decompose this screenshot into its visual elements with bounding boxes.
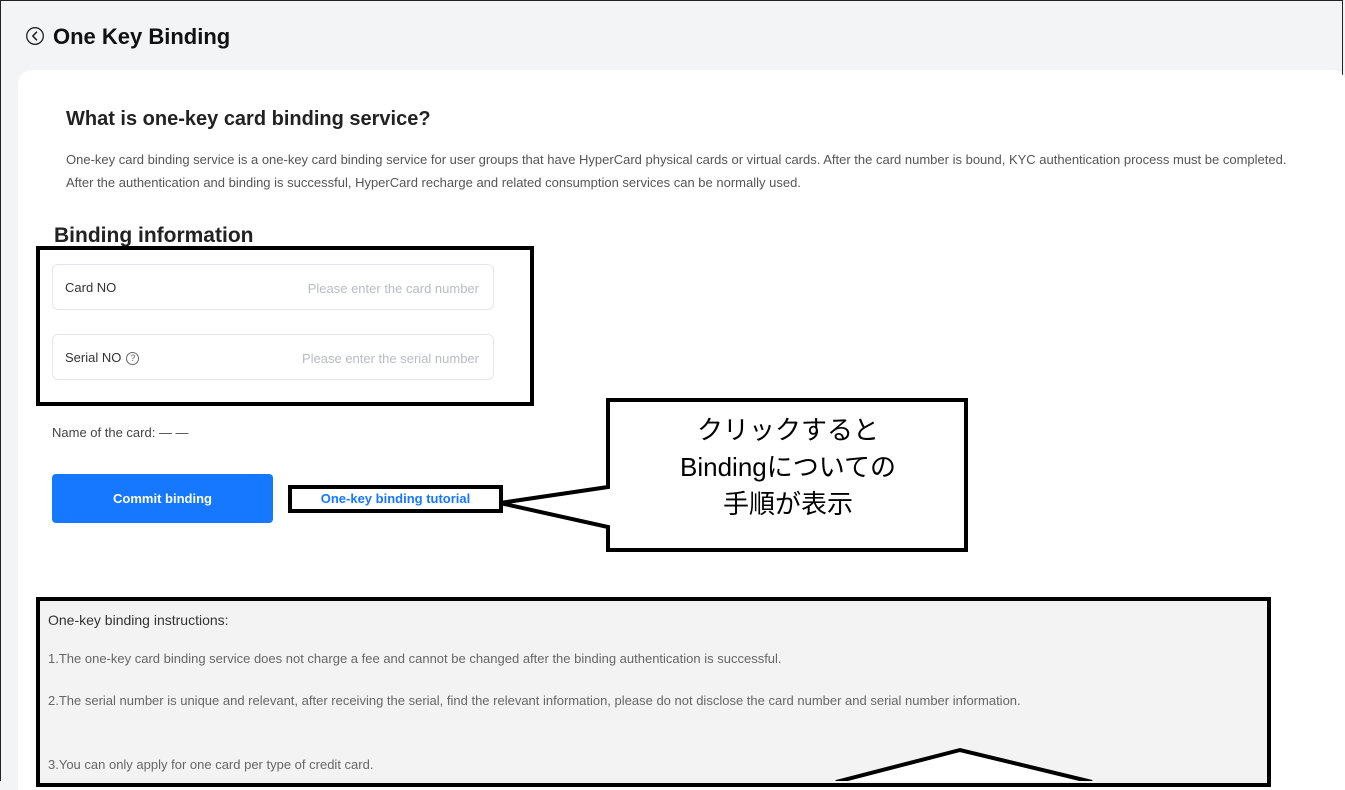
callout-bubble-bottom (835, 747, 1093, 781)
